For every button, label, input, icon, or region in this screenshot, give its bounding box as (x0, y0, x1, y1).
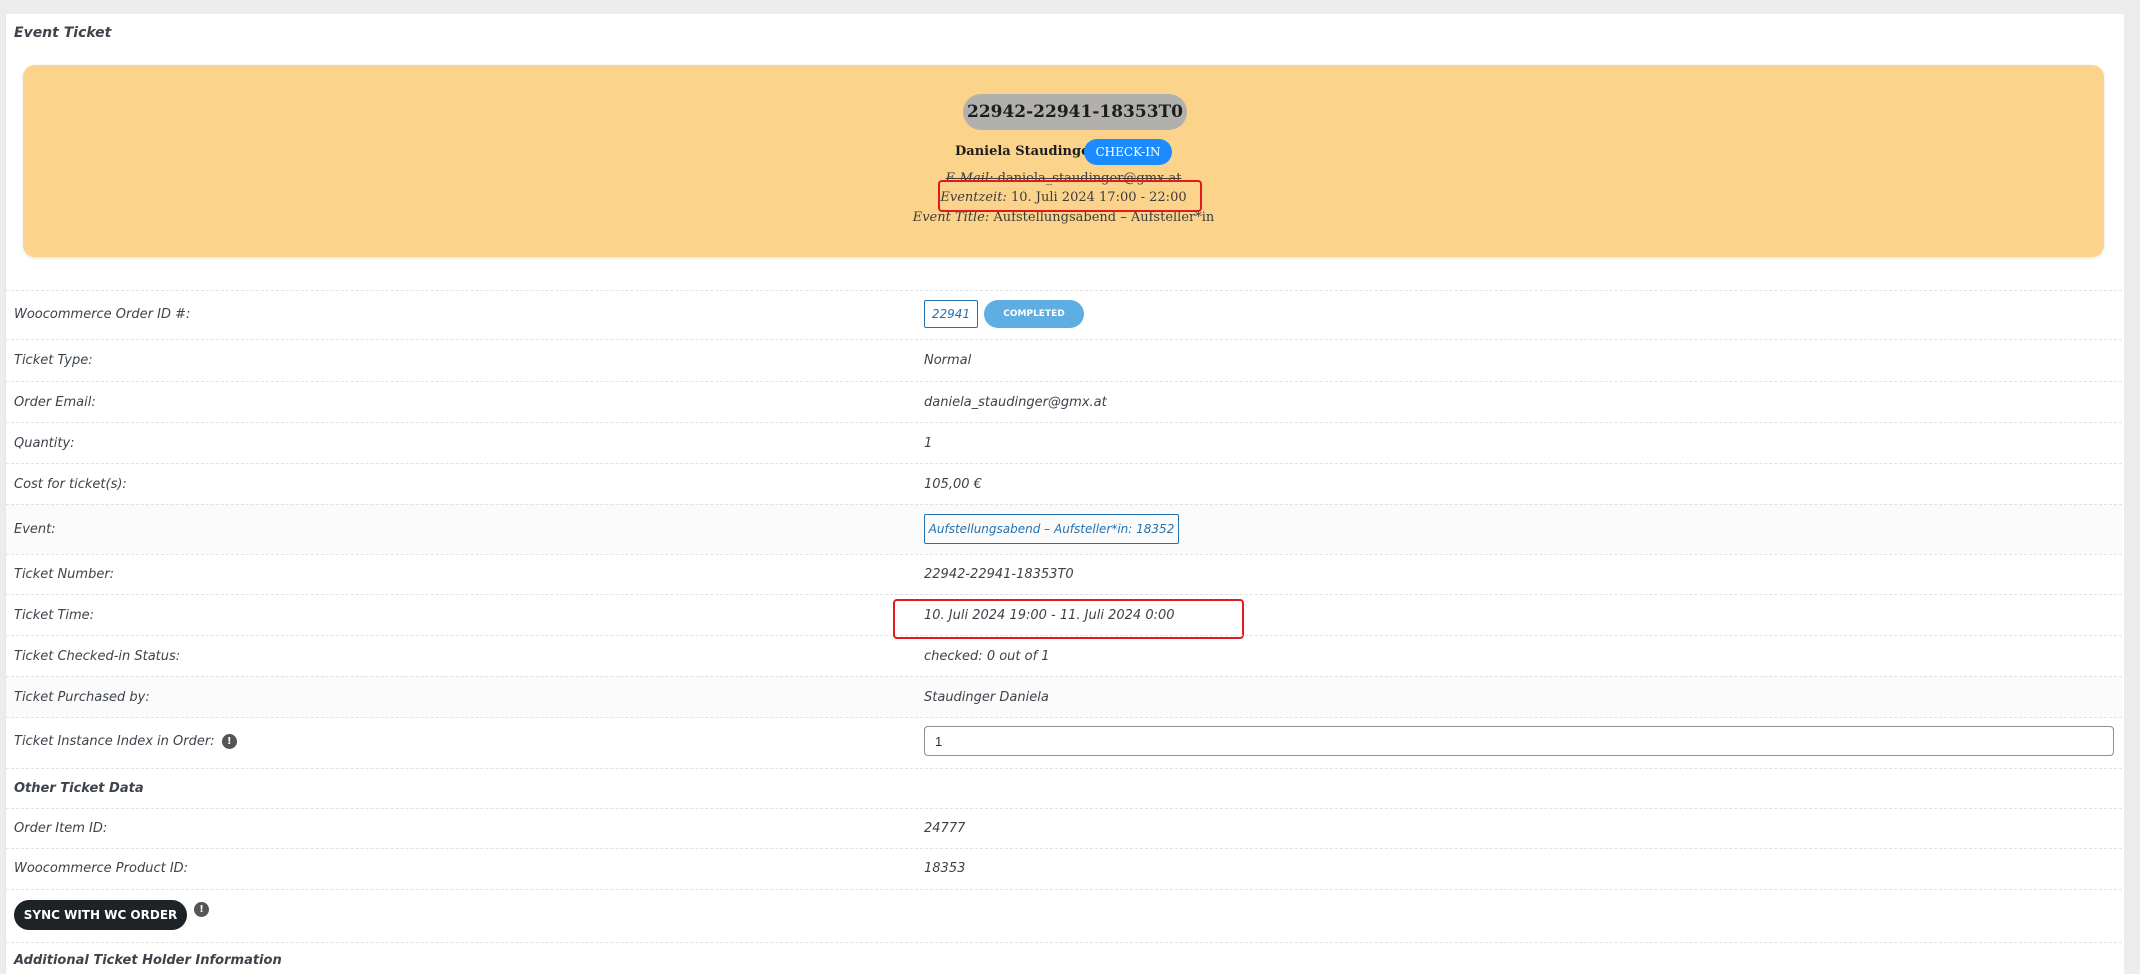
highlight-box-ticket-time (893, 599, 1244, 639)
instance-index-label: Ticket Instance Index in Order: (14, 734, 215, 749)
purchased-by-label: Ticket Purchased by: (14, 690, 150, 705)
instance-index-label-wrap: Ticket Instance Index in Order: ! (14, 734, 237, 749)
highlight-box-eventzeit (938, 180, 1202, 212)
quantity-label: Quantity: (14, 436, 75, 451)
order-email-value: daniela_staudinger@gmx.at (924, 395, 1107, 410)
row-event: Event: Aufstellungsabend – Aufsteller*in… (6, 504, 2122, 554)
ticket-card: 22942-22941-18353T0 Daniela Staudinger C… (23, 65, 2104, 257)
ticket-time-label: Ticket Time: (14, 608, 95, 623)
purchased-by-value: Staudinger Daniela (924, 690, 1049, 705)
section-title: Event Ticket (14, 25, 112, 41)
order-id-label: Woocommerce Order ID #: (14, 307, 191, 322)
checked-in-label: Ticket Checked-in Status: (14, 649, 181, 664)
checkin-button[interactable]: CHECK-IN (1084, 139, 1172, 165)
info-icon[interactable]: ! (194, 902, 209, 917)
ticket-number-label: Ticket Number: (14, 567, 115, 582)
event-link[interactable]: Aufstellungsabend – Aufsteller*in: 18352 (924, 514, 1179, 544)
order-email-label: Order Email: (14, 395, 96, 410)
event-title-label: Event Title: (912, 210, 990, 225)
order-item-value: 24777 (924, 821, 966, 836)
row-quantity: Quantity: 1 (6, 422, 2122, 464)
cost-label: Cost for ticket(s): (14, 477, 127, 492)
row-product-id: Woocommerce Product ID: 18353 (6, 848, 2122, 890)
cost-value: 105,00 € (924, 477, 982, 492)
event-label: Event: (14, 522, 56, 537)
holder-name: Daniela Staudinger (955, 144, 1097, 159)
checked-in-value: checked: 0 out of 1 (924, 649, 1050, 664)
row-sync: SYNC WITH WC ORDER ! (6, 889, 2122, 943)
quantity-value: 1 (924, 436, 933, 451)
order-item-label: Order Item ID: (14, 821, 108, 836)
instance-index-input[interactable] (924, 726, 2114, 756)
product-id-value: 18353 (924, 861, 966, 876)
ticket-number-pill: 22942-22941-18353T0 (963, 94, 1187, 130)
sync-with-wc-order-button[interactable]: SYNC WITH WC ORDER (14, 900, 187, 930)
row-ticket-type: Ticket Type: Normal (6, 339, 2122, 381)
info-icon[interactable]: ! (221, 734, 237, 749)
additional-info-title: Additional Ticket Holder Information (14, 953, 282, 968)
product-id-label: Woocommerce Product ID: (14, 861, 189, 876)
event-title-value: Aufstellungsabend – Aufsteller*in (993, 210, 1215, 225)
card-event-title-line: Event Title: Aufstellungsabend – Aufstel… (23, 210, 2104, 225)
row-cost: Cost for ticket(s): 105,00 € (6, 463, 2122, 505)
row-additional-title: Additional Ticket Holder Information (6, 942, 2122, 970)
ticket-type-label: Ticket Type: (14, 353, 93, 368)
row-order-email: Order Email: daniela_staudinger@gmx.at (6, 381, 2122, 423)
other-ticket-data-title: Other Ticket Data (14, 781, 144, 796)
row-instance-index: Ticket Instance Index in Order: ! (6, 717, 2122, 768)
ticket-type-value: Normal (924, 353, 972, 368)
row-order-item: Order Item ID: 24777 (6, 808, 2122, 849)
holder-row: Daniela Staudinger CHECK-IN (23, 138, 2104, 168)
order-status-badge: COMPLETED (984, 300, 1084, 328)
ticket-number-value: 22942-22941-18353T0 (924, 567, 1074, 582)
row-purchased-by: Ticket Purchased by: Staudinger Daniela (6, 676, 2122, 718)
order-id-link[interactable]: 22941 (924, 300, 978, 328)
row-checked-in: Ticket Checked-in Status: checked: 0 out… (6, 635, 2122, 677)
row-order-id: Woocommerce Order ID #: 22941 COMPLETED (6, 290, 2122, 339)
row-ticket-number: Ticket Number: 22942-22941-18353T0 (6, 554, 2122, 595)
row-other-title: Other Ticket Data (6, 768, 2122, 809)
